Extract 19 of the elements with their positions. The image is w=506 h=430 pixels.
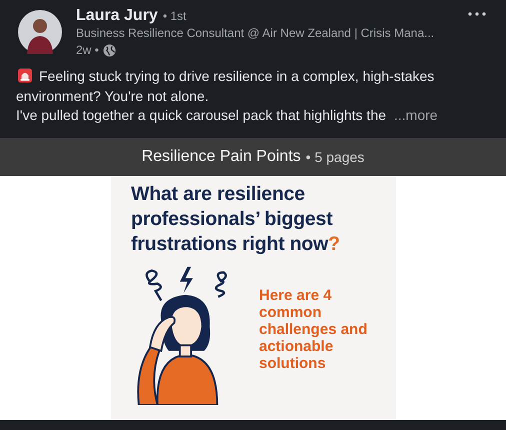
ellipsis-icon [468, 12, 486, 16]
avatar[interactable] [18, 10, 62, 54]
slide-heading: frustrations right now? [131, 232, 341, 257]
slide-heading: professionals’ biggest [131, 207, 334, 232]
post-text: Feeling stuck trying to drive resilience in a complex, high-stakes environment? You're not alone. [16, 67, 436, 106]
author-headline: Business Resilience Consultant @ Air New Zealand | Crisis Mana... [76, 25, 434, 42]
author-name[interactable]: Laura Jury [76, 7, 158, 25]
see-more-link[interactable]: ...more [394, 106, 438, 126]
siren-icon [18, 68, 32, 83]
connection-degree: • 1st [162, 9, 186, 23]
more-options-button[interactable] [466, 10, 488, 18]
slide-heading: What are resilience [131, 182, 306, 207]
post-text: I've pulled together a quick carousel pack that highlights the [16, 106, 386, 125]
document-page[interactable]: What are resilience professionals’ biggest frustrations right now? Here are 4 common challenges and actionable solutions [111, 176, 396, 420]
globe-icon [102, 44, 116, 57]
document-title: Resilience Pain Points [142, 148, 301, 166]
post-time: 2w • [76, 42, 99, 59]
page-count: • 5 pages [306, 149, 364, 165]
slide-subtext: Here are 4 common challenges and actionable solutions [259, 287, 368, 374]
